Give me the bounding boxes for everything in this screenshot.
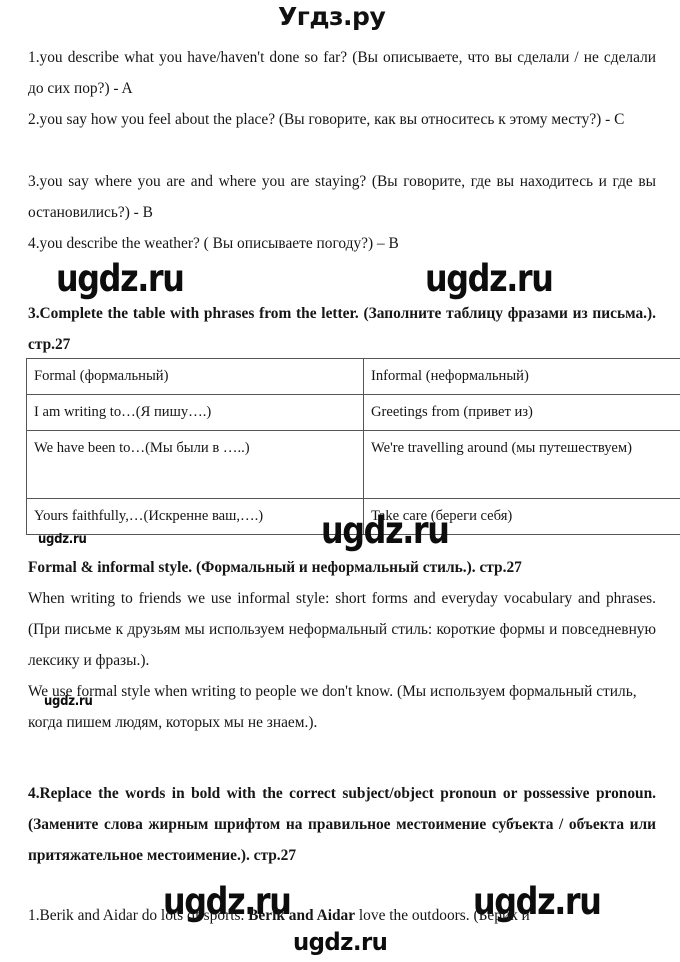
table-row: We have been to…(Мы были в …..) We're tr… xyxy=(26,430,680,499)
watermark-logo: ugdz.ru xyxy=(425,257,554,300)
task4-heading-text: 4.Replace the words in bold with the cor… xyxy=(28,785,656,864)
style-section-heading-text: Formal & informal style. (Формальный и н… xyxy=(28,559,522,576)
table-header-row: Formal (формальный) Informal (неформальн… xyxy=(26,358,680,395)
task4-item-1: 1.Berik and Aidar do lots of sports. Ber… xyxy=(28,900,656,931)
watermark-logo: ugdz.ru xyxy=(293,928,388,956)
answer-item-2: 2.you say how you feel about the place? … xyxy=(28,111,625,128)
formal-informal-table: Formal (формальный) Informal (неформальн… xyxy=(26,358,680,535)
style-section-paragraph-1: When writing to friends we use informal … xyxy=(28,590,656,669)
watermark-logo: ugdz.ru xyxy=(56,257,185,300)
site-logo: Угдз.ру xyxy=(278,2,386,31)
table-cell-formal: I am writing to…(Я пишу….) xyxy=(26,394,364,431)
table-cell-informal: Greetings from (привет из) xyxy=(363,394,680,431)
table-row: I am writing to…(Я пишу….) Greetings fro… xyxy=(26,394,680,431)
task4-item-1-part2: love the outdoors. (Берик и xyxy=(355,907,530,924)
style-section-heading: Formal & informal style. (Формальный и н… xyxy=(28,552,656,583)
answer-item-4: 4.you describe the weather? ( Вы описыва… xyxy=(28,235,399,252)
table-cell-formal: We have been to…(Мы были в …..) xyxy=(26,430,364,499)
answer-item-3: 3.you say where you are and where you ar… xyxy=(28,173,656,221)
table-header-formal: Formal (формальный) xyxy=(26,358,364,395)
task4-item-1-bold: Berik and Aidar xyxy=(248,907,356,924)
table-cell-informal: We're travelling around (мы путешествуем… xyxy=(363,430,680,499)
task3-heading: 3.Complete the table with phrases from t… xyxy=(28,298,656,360)
style-section-paragraph-2: We use formal style when writing to peop… xyxy=(28,683,637,731)
answer-item-1: 1.you describe what you have/haven't don… xyxy=(28,49,656,97)
task3-heading-text: 3.Complete the table with phrases from t… xyxy=(28,305,656,353)
table-cell-informal: Take care (береги себя) xyxy=(363,498,680,535)
task4-heading: 4.Replace the words in bold with the cor… xyxy=(28,778,656,871)
task4-item-1-part1: 1.Berik and Aidar do lots of sports. xyxy=(28,907,249,924)
table-cell-formal: Yours faithfully,…(Искренне ваш,….) xyxy=(26,498,364,535)
table-row: Yours faithfully,…(Искренне ваш,….) Take… xyxy=(26,498,680,535)
table-header-informal: Informal (неформальный) xyxy=(363,358,680,395)
